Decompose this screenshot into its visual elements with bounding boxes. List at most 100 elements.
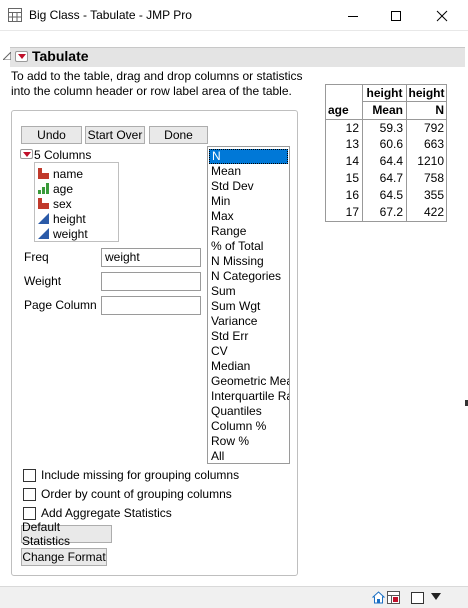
table-cell-n: 355 <box>423 188 444 202</box>
table-cell-mean: 60.6 <box>379 137 403 151</box>
tabulate-hint: To add to the table, drag and drop colum… <box>11 69 311 99</box>
order-by-count-checkbox[interactable] <box>23 488 36 501</box>
table-cell-age: 14 <box>345 154 359 168</box>
stat-item-std-err[interactable]: Std Err <box>208 329 289 344</box>
ordinal-icon <box>38 183 49 194</box>
column-label: sex <box>53 196 72 211</box>
minimize-button[interactable] <box>330 0 376 31</box>
maximize-button[interactable] <box>373 0 419 31</box>
column-item-weight[interactable]: weight <box>38 226 88 241</box>
stat-item-column-pct[interactable]: Column % <box>208 419 289 434</box>
close-button[interactable] <box>419 0 465 31</box>
page-column-field[interactable] <box>101 296 201 315</box>
column-label: height <box>53 211 86 226</box>
status-bar <box>0 586 468 608</box>
stat-item-variance[interactable]: Variance <box>208 314 289 329</box>
col-header-n[interactable]: N <box>407 102 444 118</box>
table-cell-mean: 64.5 <box>379 188 403 202</box>
col-header-height[interactable]: height <box>407 85 446 101</box>
columns-header: 5 Columns <box>34 148 92 162</box>
red-triangle-icon <box>17 54 26 59</box>
columns-list[interactable]: name age sex height weight <box>34 162 119 242</box>
statistics-list[interactable]: N Mean Std Dev Min Max Range % of Total … <box>207 146 290 464</box>
close-icon <box>436 10 448 21</box>
table-cell-mean: 64.4 <box>379 154 403 168</box>
stat-item-range[interactable]: Range <box>208 224 289 239</box>
column-item-age[interactable]: age <box>38 181 73 196</box>
stat-item-sum[interactable]: Sum <box>208 284 289 299</box>
stat-item-min[interactable]: Min <box>208 194 289 209</box>
undo-button[interactable]: Undo <box>21 126 82 144</box>
nominal-icon <box>38 168 49 179</box>
column-label: age <box>53 181 74 196</box>
add-aggregate-label: Add Aggregate Statistics <box>41 506 172 520</box>
column-label: weight <box>53 226 88 241</box>
col-header-mean[interactable]: Mean <box>363 102 403 118</box>
hint-line-1: To add to the table, drag and drop colum… <box>11 69 303 83</box>
stat-item-quantiles[interactable]: Quantiles <box>208 404 289 419</box>
table-cell-n: 1210 <box>417 154 444 168</box>
table-cell-age: 12 <box>345 121 359 135</box>
weight-label: Weight <box>24 274 62 288</box>
stat-item-std-dev[interactable]: Std Dev <box>208 179 289 194</box>
result-table: height height age Mean N 12 59.3 792 13 … <box>325 84 447 222</box>
table-cell-age: 16 <box>345 188 359 202</box>
table-cell-mean: 59.3 <box>379 121 403 135</box>
table-icon[interactable] <box>387 591 400 604</box>
tabulate-title: Tabulate <box>32 48 89 64</box>
minimize-icon <box>348 15 358 17</box>
col-header-height[interactable]: height <box>363 85 406 101</box>
window-icon <box>8 8 22 22</box>
maximize-icon <box>391 10 401 21</box>
stat-item-n-missing[interactable]: N Missing <box>208 254 289 269</box>
window-toggle-icon[interactable] <box>411 591 425 605</box>
table-cell-age: 15 <box>345 171 359 185</box>
nominal-icon <box>38 198 49 209</box>
hint-line-2: into the column header or row label area… <box>11 84 292 98</box>
stat-item-max[interactable]: Max <box>208 209 289 224</box>
stat-item-n[interactable]: N <box>209 149 288 164</box>
weight-field[interactable] <box>101 272 201 291</box>
stat-item-cv[interactable]: CV <box>208 344 289 359</box>
stat-item-sum-wgt[interactable]: Sum Wgt <box>208 299 289 314</box>
outline-collapse-icon[interactable] <box>3 52 11 60</box>
stat-item-row-pct[interactable]: Row % <box>208 434 289 449</box>
title-bar: Big Class - Tabulate - JMP Pro <box>0 0 468 31</box>
column-item-sex[interactable]: sex <box>38 196 72 211</box>
include-missing-checkbox[interactable] <box>23 469 36 482</box>
page-column-label: Page Column <box>24 298 97 312</box>
change-format-button[interactable]: Change Format <box>21 548 107 566</box>
add-aggregate-checkbox[interactable] <box>23 507 36 520</box>
order-by-count-label: Order by count of grouping columns <box>41 487 232 501</box>
stat-item-geometric-mean[interactable]: Geometric Mean <box>208 374 289 389</box>
dropdown-icon[interactable] <box>431 593 441 601</box>
table-cell-age: 13 <box>345 137 359 151</box>
stat-item-median[interactable]: Median <box>208 359 289 374</box>
table-cell-n: 758 <box>423 171 444 185</box>
column-item-height[interactable]: height <box>38 211 86 226</box>
default-statistics-button[interactable]: Default Statistics <box>21 520 112 548</box>
continuous-icon <box>38 228 49 239</box>
stat-item-n-categories[interactable]: N Categories <box>208 269 289 284</box>
table-cell-n: 422 <box>423 205 444 219</box>
tabulate-red-triangle-menu[interactable] <box>15 51 28 62</box>
stat-item-mean[interactable]: Mean <box>208 164 289 179</box>
columns-red-triangle-menu[interactable] <box>20 149 33 159</box>
window-title: Big Class - Tabulate - JMP Pro <box>29 8 192 22</box>
stat-item-all[interactable]: All <box>208 449 289 463</box>
table-cell-age: 17 <box>345 205 359 219</box>
red-triangle-icon <box>22 151 31 157</box>
freq-label: Freq <box>24 250 49 264</box>
table-cell-mean: 67.2 <box>379 205 403 219</box>
home-icon[interactable] <box>372 591 385 604</box>
column-item-name[interactable]: name <box>38 166 83 181</box>
done-button[interactable]: Done <box>149 126 208 144</box>
stat-item-interquartile-range[interactable]: Interquartile Range <box>208 389 289 404</box>
table-cell-n: 663 <box>423 137 444 151</box>
table-cell-n: 792 <box>423 121 444 135</box>
row-header-age[interactable]: age <box>328 102 362 118</box>
table-cell-mean: 64.7 <box>379 171 403 185</box>
stat-item-pct-total[interactable]: % of Total <box>208 239 289 254</box>
start-over-button[interactable]: Start Over <box>85 126 145 144</box>
freq-field[interactable]: weight <box>101 248 201 267</box>
